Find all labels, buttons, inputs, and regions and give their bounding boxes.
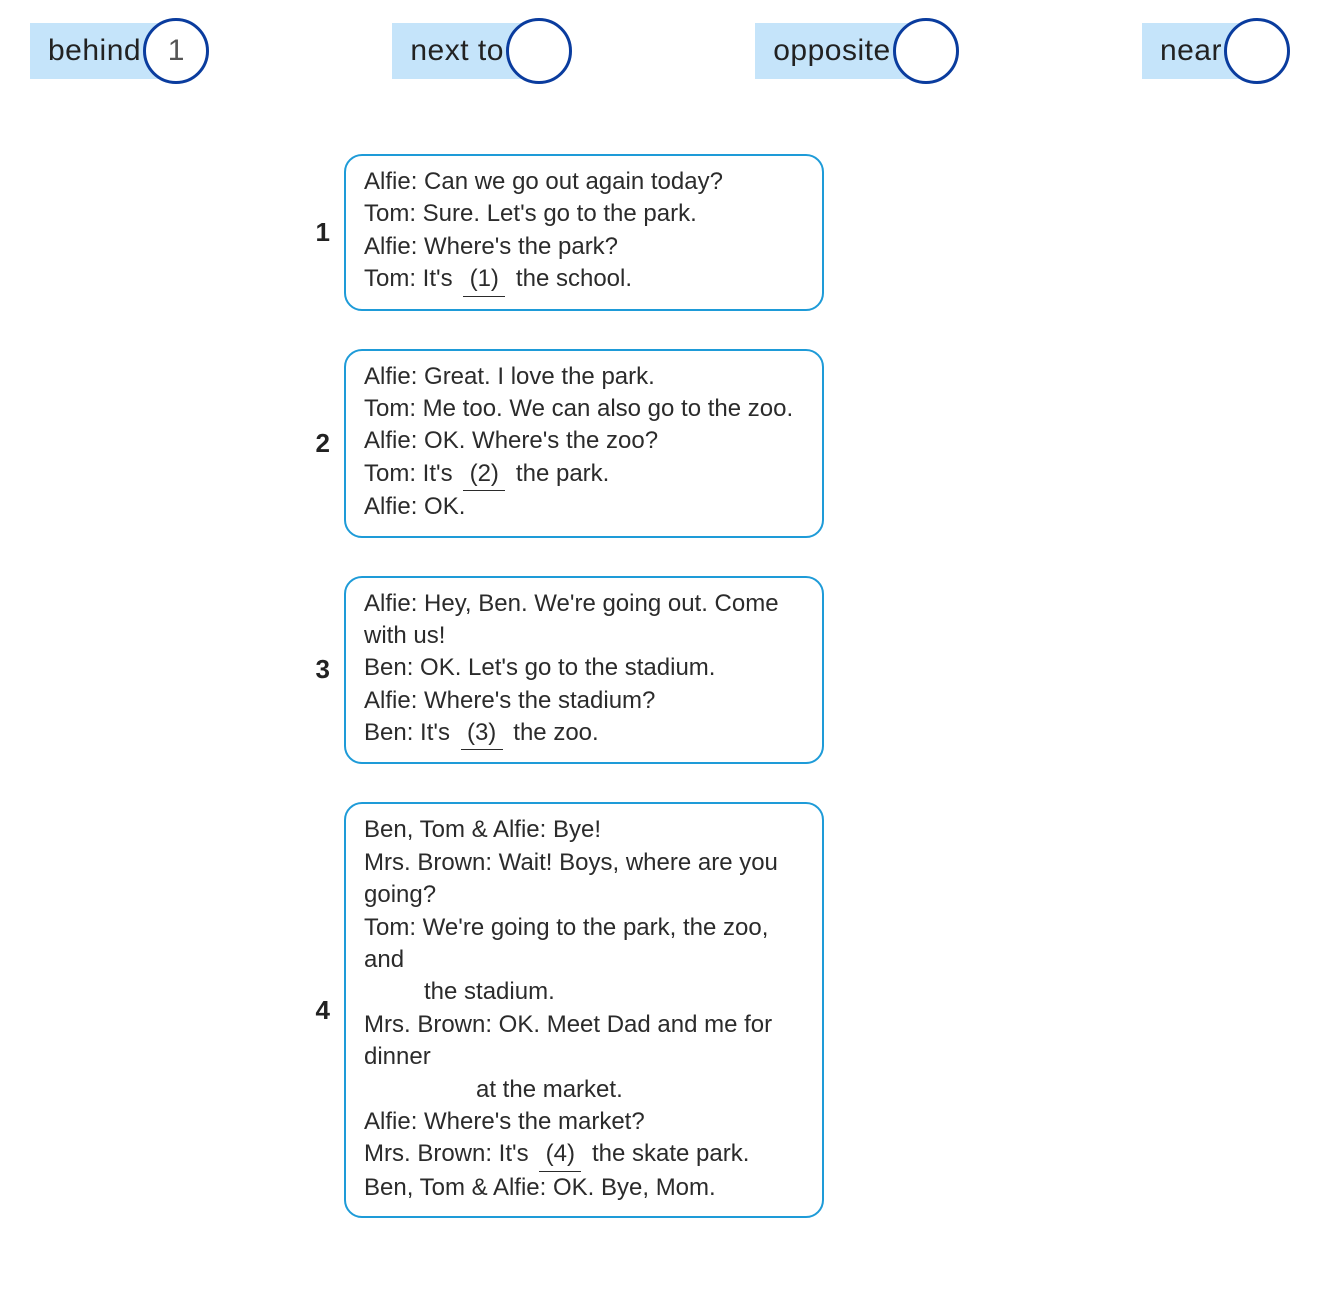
dialogue-line: Alfie: Where's the park? bbox=[364, 231, 804, 263]
vocab-answer-circle[interactable] bbox=[506, 18, 572, 84]
dialogue-number: 4 bbox=[300, 995, 330, 1026]
dialogue-card: Alfie: Hey, Ben. We're going out. Come w… bbox=[344, 576, 824, 765]
vocab-label: opposite bbox=[755, 23, 914, 79]
line-pre: Tom: It's bbox=[364, 460, 459, 487]
vocab-row: behind 1 next to opposite near bbox=[30, 18, 1290, 104]
fill-blank[interactable]: (4) bbox=[539, 1138, 581, 1171]
dialogue-line: the stadium. bbox=[364, 976, 804, 1008]
dialogue-line: Alfie: Where's the market? bbox=[364, 1106, 804, 1138]
line-pre: Ben: It's bbox=[364, 719, 457, 746]
dialogue-line: Alfie: Where's the stadium? bbox=[364, 685, 804, 717]
worksheet-page: behind 1 next to opposite near 1 Alfie: … bbox=[0, 0, 1320, 1296]
dialogue-line: Mrs. Brown: OK. Meet Dad and me for dinn… bbox=[364, 1009, 804, 1074]
vocab-answer-circle[interactable] bbox=[893, 18, 959, 84]
dialogue-block: 3 Alfie: Hey, Ben. We're going out. Come… bbox=[300, 576, 1080, 765]
dialogue-line: Alfie: OK. bbox=[364, 491, 804, 523]
dialogue-line: Ben: OK. Let's go to the stadium. bbox=[364, 652, 804, 684]
dialogue-line: Tom: We're going to the park, the zoo, a… bbox=[364, 912, 804, 977]
dialogue-line: Tom: Sure. Let's go to the park. bbox=[364, 198, 804, 230]
dialogue-line: Tom: It's (2) the park. bbox=[364, 458, 804, 491]
line-post: the park. bbox=[509, 460, 609, 487]
dialogue-number: 2 bbox=[300, 428, 330, 459]
dialogue-number: 1 bbox=[300, 217, 330, 248]
dialogue-line: Ben, Tom & Alfie: Bye! bbox=[364, 814, 804, 846]
dialogue-line: Tom: It's (1) the school. bbox=[364, 263, 804, 296]
dialogue-line: Alfie: OK. Where's the zoo? bbox=[364, 425, 804, 457]
dialogue-line: at the market. bbox=[364, 1074, 804, 1106]
dialogue-block: 2 Alfie: Great. I love the park. Tom: Me… bbox=[300, 349, 1080, 538]
fill-blank[interactable]: (2) bbox=[463, 458, 505, 491]
dialogue-block: 1 Alfie: Can we go out again today? Tom:… bbox=[300, 154, 1080, 311]
dialogue-line: Tom: Me too. We can also go to the zoo. bbox=[364, 393, 804, 425]
dialogue-line: Alfie: Hey, Ben. We're going out. Come w… bbox=[364, 588, 804, 653]
dialogue-line: Mrs. Brown: It's (4) the skate park. bbox=[364, 1138, 804, 1171]
vocab-item-behind: behind 1 bbox=[30, 18, 209, 84]
line-post: the zoo. bbox=[507, 719, 599, 746]
vocab-item-opposite: opposite bbox=[755, 18, 958, 84]
dialogue-card: Alfie: Great. I love the park. Tom: Me t… bbox=[344, 349, 824, 538]
dialogue-number: 3 bbox=[300, 654, 330, 685]
line-pre: Mrs. Brown: It's bbox=[364, 1140, 535, 1167]
dialogue-card: Alfie: Can we go out again today? Tom: S… bbox=[344, 154, 824, 311]
dialogue-line: Alfie: Can we go out again today? bbox=[364, 166, 804, 198]
dialogue-line: Alfie: Great. I love the park. bbox=[364, 361, 804, 393]
vocab-answer-circle[interactable]: 1 bbox=[143, 18, 209, 84]
vocab-item-next-to: next to bbox=[392, 18, 572, 84]
vocab-item-near: near bbox=[1142, 18, 1290, 84]
line-pre: Tom: It's bbox=[364, 265, 459, 292]
dialogue-block: 4 Ben, Tom & Alfie: Bye! Mrs. Brown: Wai… bbox=[300, 802, 1080, 1218]
dialogue-list: 1 Alfie: Can we go out again today? Tom:… bbox=[300, 154, 1080, 1218]
fill-blank[interactable]: (1) bbox=[463, 263, 505, 296]
line-post: the school. bbox=[509, 265, 632, 292]
dialogue-line: Ben, Tom & Alfie: OK. Bye, Mom. bbox=[364, 1172, 804, 1204]
dialogue-card: Ben, Tom & Alfie: Bye! Mrs. Brown: Wait!… bbox=[344, 802, 824, 1218]
dialogue-line: Mrs. Brown: Wait! Boys, where are you go… bbox=[364, 847, 804, 912]
vocab-answer-circle[interactable] bbox=[1224, 18, 1290, 84]
dialogue-line: Ben: It's (3) the zoo. bbox=[364, 717, 804, 750]
line-post: the skate park. bbox=[585, 1140, 749, 1167]
fill-blank[interactable]: (3) bbox=[461, 717, 503, 750]
